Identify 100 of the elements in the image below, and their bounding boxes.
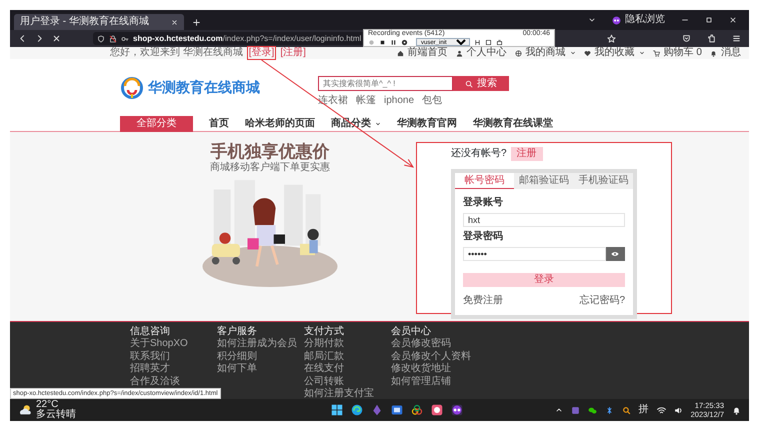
footer-link[interactable]: 邮局汇款 bbox=[304, 350, 391, 363]
hot-word-link[interactable]: 帐篷 bbox=[356, 95, 376, 107]
crystal-icon[interactable] bbox=[371, 404, 383, 416]
footer-link[interactable]: 如何注册支付宝 bbox=[304, 388, 391, 400]
back-icon[interactable] bbox=[18, 34, 27, 43]
profile-label[interactable]: 隐私浏览 bbox=[625, 14, 665, 26]
nav-link[interactable]: 商品分类 bbox=[331, 118, 381, 130]
chevron-up-icon[interactable] bbox=[554, 406, 563, 414]
wifi-icon[interactable] bbox=[656, 406, 666, 414]
window-app-icon[interactable] bbox=[391, 404, 403, 416]
menu-icon[interactable] bbox=[732, 34, 741, 43]
bluetooth-icon[interactable] bbox=[604, 406, 614, 414]
password-label: 登录密码 bbox=[463, 231, 504, 243]
star-icon[interactable] bbox=[607, 34, 616, 43]
free-register-link[interactable]: 免费注册 bbox=[463, 295, 503, 307]
browser-tab[interactable]: 用户登录 - 华测教育在线商城 bbox=[14, 14, 184, 30]
footer-link[interactable]: 在线支付 bbox=[304, 363, 391, 376]
category-button[interactable]: 全部分类 bbox=[120, 116, 193, 132]
stop-icon[interactable] bbox=[52, 34, 61, 43]
logo-text[interactable]: 华测教育在线商城 bbox=[148, 79, 260, 96]
promo-title: 手机独享优惠价 bbox=[210, 142, 330, 162]
footer-link[interactable]: 关于ShopXO bbox=[130, 338, 217, 350]
forgot-password-link[interactable]: 忘记密码? bbox=[579, 295, 625, 307]
hot-word-link[interactable]: iphone bbox=[384, 95, 414, 107]
caret-icon bbox=[375, 120, 381, 126]
weather-text: 多云转晴 bbox=[36, 410, 76, 420]
speaker-icon[interactable] bbox=[674, 406, 683, 414]
circles-app-icon[interactable] bbox=[411, 404, 423, 416]
register-link[interactable]: [注册] bbox=[280, 47, 306, 59]
caret-icon bbox=[570, 50, 576, 56]
cart-icon bbox=[652, 50, 660, 56]
windows-start-icon[interactable] bbox=[331, 404, 343, 416]
input-method-text[interactable]: 拼 bbox=[638, 404, 649, 416]
pocket-icon[interactable] bbox=[682, 34, 691, 43]
nav-link[interactable]: 华测教育在线课堂 bbox=[473, 118, 553, 130]
login-link[interactable]: [登录] bbox=[246, 46, 276, 60]
mask-icon[interactable] bbox=[451, 404, 463, 416]
top-link[interactable]: 我的商城 bbox=[514, 47, 576, 59]
temperature-text: 22°C bbox=[36, 400, 58, 410]
top-link[interactable]: 前端首页 bbox=[396, 47, 448, 59]
close-icon[interactable] bbox=[729, 16, 737, 24]
footer-link[interactable]: 招聘英才 bbox=[130, 363, 217, 376]
search-icon bbox=[465, 80, 473, 88]
app-icon[interactable] bbox=[431, 404, 443, 416]
account-label: 登录账号 bbox=[463, 197, 504, 209]
tab-title: 用户登录 - 华测教育在线商城 bbox=[20, 16, 150, 28]
footer-heading: 会员中心 bbox=[391, 326, 432, 338]
top-link[interactable]: 个人中心 bbox=[456, 47, 507, 59]
home-icon bbox=[396, 50, 404, 56]
password-field[interactable]: •••••• bbox=[463, 247, 606, 261]
forward-icon[interactable] bbox=[35, 34, 44, 43]
search-icon[interactable] bbox=[622, 406, 631, 414]
mask-icon bbox=[612, 16, 621, 24]
nav-link[interactable]: 华测教育官网 bbox=[397, 118, 457, 130]
login-tab[interactable]: 手机验证码 bbox=[574, 173, 633, 189]
nav-link[interactable]: 哈米老师的页面 bbox=[245, 118, 315, 130]
footer-link[interactable]: 积分细则 bbox=[217, 350, 304, 363]
maximize-icon[interactable] bbox=[705, 16, 713, 24]
nav-link[interactable]: 首页 bbox=[209, 118, 229, 130]
footer-link[interactable]: 公司转账 bbox=[304, 376, 391, 388]
close-icon[interactable] bbox=[171, 18, 178, 26]
login-tab[interactable]: 帐号密码 bbox=[455, 173, 514, 189]
footer-link[interactable]: 分期付款 bbox=[304, 338, 391, 350]
extensions-icon[interactable] bbox=[707, 34, 716, 43]
footer-link[interactable]: 如何注册成为会员 bbox=[217, 338, 304, 350]
hot-word-link[interactable]: 连衣裙 bbox=[318, 95, 348, 107]
eye-icon bbox=[611, 250, 620, 258]
footer-heading: 客户服务 bbox=[217, 326, 258, 338]
top-link[interactable]: 购物车 0 bbox=[652, 47, 702, 59]
plus-icon[interactable] bbox=[192, 18, 201, 27]
pause-icon[interactable] bbox=[390, 38, 397, 46]
stop-icon[interactable] bbox=[379, 38, 386, 46]
login-button[interactable]: 登录 bbox=[463, 273, 625, 287]
register-button[interactable]: 注册 bbox=[510, 147, 543, 161]
chevron-down-icon[interactable] bbox=[588, 16, 596, 24]
logo-icon[interactable] bbox=[120, 76, 144, 100]
lock-icon bbox=[109, 34, 117, 42]
key-icon bbox=[121, 34, 129, 42]
weather-cloud-icon[interactable] bbox=[18, 403, 32, 417]
shield-icon bbox=[97, 34, 105, 42]
footer-link[interactable]: 如何下单 bbox=[217, 363, 304, 376]
user-icon bbox=[456, 50, 463, 56]
search-button[interactable]: 搜索 bbox=[453, 76, 509, 91]
footer-link[interactable]: 修改收货地址 bbox=[391, 363, 478, 376]
footer-link[interactable]: 会员修改个人资料 bbox=[391, 350, 478, 363]
chat-icon[interactable] bbox=[588, 406, 597, 414]
footer-link[interactable]: 如何管理店铺 bbox=[391, 376, 478, 388]
frame-icon[interactable] bbox=[485, 38, 492, 46]
top-link[interactable]: 我的收藏 bbox=[584, 47, 645, 59]
login-tab[interactable]: 邮箱验证码 bbox=[514, 173, 574, 189]
footer-link[interactable]: 会员修改密码 bbox=[391, 338, 478, 350]
search-field[interactable]: 其实搜索很简单^_^ ! bbox=[318, 76, 453, 91]
browser-icon[interactable] bbox=[351, 404, 363, 416]
hot-word-link[interactable]: 包包 bbox=[422, 95, 442, 107]
account-field[interactable]: hxt bbox=[463, 213, 625, 227]
footer-link[interactable]: 联系我们 bbox=[130, 350, 217, 363]
notification-bell-icon[interactable] bbox=[732, 406, 741, 414]
show-password-button[interactable] bbox=[606, 247, 625, 261]
top-link[interactable]: 消息 bbox=[710, 47, 741, 59]
footer-link[interactable]: 合作及洽谈 bbox=[130, 376, 217, 388]
